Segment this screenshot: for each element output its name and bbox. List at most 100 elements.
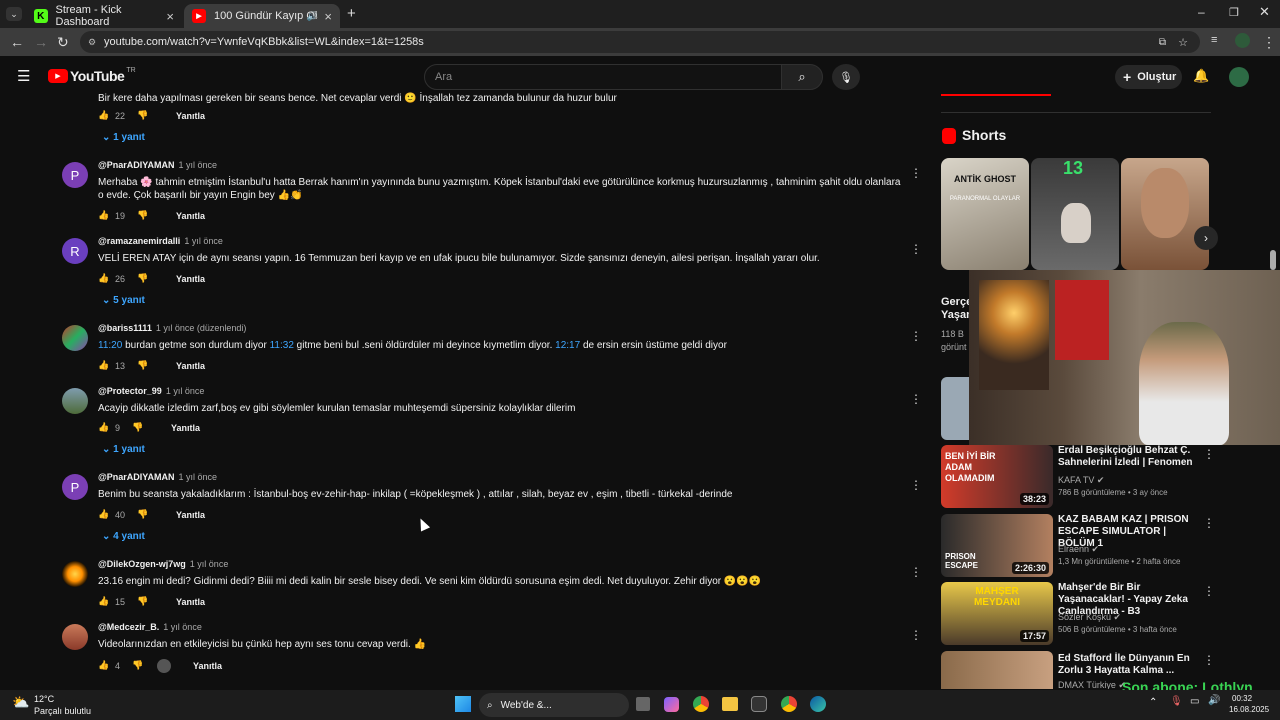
media-control-icon[interactable]: ≡ xyxy=(1211,34,1217,46)
short-thumbnail[interactable] xyxy=(1121,158,1209,270)
dislike-icon[interactable]: 👎 xyxy=(137,596,149,608)
minimize-button[interactable]: – xyxy=(1198,5,1205,19)
video-thumbnail[interactable] xyxy=(941,651,1053,689)
like-icon[interactable]: 👍 xyxy=(98,110,110,122)
dislike-icon[interactable]: 👎 xyxy=(137,110,149,122)
reply-button[interactable]: Yanıtla xyxy=(193,661,222,671)
back-icon[interactable]: ← xyxy=(10,34,24,50)
timestamp-link[interactable]: 11:20 xyxy=(98,340,122,351)
video-title[interactable]: Erdal Beşikçioğlu Behzat Ç. Sahnelerini … xyxy=(1058,445,1198,469)
reply-button[interactable]: Yanıtla xyxy=(176,597,205,607)
page-scrollbar[interactable] xyxy=(1270,60,1276,690)
search-input[interactable]: Ara xyxy=(424,64,782,90)
video-title[interactable]: Ed Stafford İle Dünyanın En Zorlu 3 Haya… xyxy=(1058,653,1198,677)
partial-video-thumbnail[interactable] xyxy=(941,377,971,440)
reply-button[interactable]: Yanıtla xyxy=(176,211,205,221)
avatar[interactable]: P xyxy=(62,474,88,500)
tab-list-button[interactable]: ⌄ xyxy=(6,7,22,21)
task-view-icon[interactable] xyxy=(636,697,650,711)
speaker-icon[interactable]: 🔊 xyxy=(307,11,318,22)
more-options-icon[interactable]: ⋮ xyxy=(910,242,922,256)
like-icon[interactable]: 👍 xyxy=(98,210,110,222)
profile-avatar[interactable] xyxy=(1235,33,1250,48)
chrome-active-icon[interactable] xyxy=(781,696,797,712)
voice-search-button[interactable]: 🎙 xyxy=(832,64,860,90)
short-thumbnail[interactable]: 13 xyxy=(1031,158,1119,270)
avatar[interactable] xyxy=(62,388,88,414)
comment-username[interactable]: @Medcezir_B. xyxy=(98,622,159,632)
display-icon[interactable]: ▭ xyxy=(1190,696,1199,707)
comment-username[interactable]: @bariss1111 xyxy=(98,323,152,333)
like-icon[interactable]: 👍 xyxy=(98,360,110,372)
reply-button[interactable]: Yanıtla xyxy=(171,423,200,433)
bookmark-star-icon[interactable]: ☆ xyxy=(1178,36,1188,49)
reply-button[interactable]: Yanıtla xyxy=(176,361,205,371)
microphone-tray-icon[interactable]: 🎙 xyxy=(1170,696,1183,707)
avatar[interactable] xyxy=(62,624,88,650)
like-icon[interactable]: 👍 xyxy=(98,596,110,608)
close-window-button[interactable]: ✕ xyxy=(1259,4,1270,20)
create-button[interactable]: + Oluştur xyxy=(1115,65,1182,89)
tab-youtube-video[interactable]: ▶ 100 Gündür Kayıp Olan Kor 🔊 × xyxy=(184,4,340,28)
dislike-icon[interactable]: 👎 xyxy=(137,360,149,372)
new-tab-button[interactable]: + xyxy=(347,5,356,22)
avatar[interactable]: R xyxy=(62,238,88,264)
forward-icon[interactable]: → xyxy=(34,34,48,50)
more-options-icon[interactable]: ⋮ xyxy=(910,565,922,579)
like-icon[interactable]: 👍 xyxy=(98,660,110,672)
clock-time[interactable]: 00:32 xyxy=(1232,694,1252,703)
youtube-logo[interactable]: ▶ YouTube TR xyxy=(48,67,136,84)
recommended-video[interactable]: PRISON ESCAPE 2:26:30 KAZ BABAM KAZ | PR… xyxy=(941,514,1215,578)
close-icon[interactable]: × xyxy=(324,9,332,24)
app-icon[interactable] xyxy=(751,696,767,712)
reload-icon[interactable]: ↻ xyxy=(57,34,69,51)
dislike-icon[interactable]: 👎 xyxy=(132,660,144,672)
avatar[interactable] xyxy=(62,561,88,587)
dislike-icon[interactable]: 👎 xyxy=(137,210,149,222)
avatar[interactable] xyxy=(62,325,88,351)
video-thumbnail[interactable]: BEN İYİ BİR ADAM OLAMADIM 38:23 xyxy=(941,445,1053,508)
hamburger-menu-icon[interactable]: ☰ xyxy=(17,67,30,85)
more-options-icon[interactable]: ⋮ xyxy=(910,478,922,492)
more-options-icon[interactable]: ⋮ xyxy=(1203,447,1215,461)
reply-button[interactable]: Yanıtla xyxy=(176,111,205,121)
site-info-icon[interactable]: ⚙ xyxy=(88,37,96,48)
file-explorer-icon[interactable] xyxy=(722,697,738,711)
like-icon[interactable]: 👍 xyxy=(98,422,110,434)
chrome-icon[interactable] xyxy=(693,696,709,712)
video-thumbnail[interactable]: PRISON ESCAPE 2:26:30 xyxy=(941,514,1053,577)
like-icon[interactable]: 👍 xyxy=(98,509,110,521)
more-options-icon[interactable]: ⋮ xyxy=(910,628,922,642)
comment-username[interactable]: @PnarADIYAMAN xyxy=(98,160,174,170)
view-replies-button[interactable]: ⌄ 4 yanıt xyxy=(102,531,145,542)
taskbar-search[interactable]: ⌕ Web'de &... xyxy=(479,693,629,717)
comment-username[interactable]: @PnarADIYAMAN xyxy=(98,472,174,482)
edge-icon[interactable] xyxy=(810,696,826,712)
view-replies-button[interactable]: ⌄ 5 yanıt xyxy=(102,295,145,306)
video-thumbnail[interactable]: MAHŞER MEYDANI 17:57 xyxy=(941,582,1053,645)
comment-username[interactable]: @Protector_99 xyxy=(98,386,162,396)
more-options-icon[interactable]: ⋮ xyxy=(1203,584,1215,598)
avatar[interactable]: P xyxy=(62,162,88,188)
view-replies-button[interactable]: ⌄ 1 yanıt xyxy=(102,132,145,143)
dislike-icon[interactable]: 👎 xyxy=(137,509,149,521)
like-icon[interactable]: 👍 xyxy=(98,273,110,285)
tab-kick-dashboard[interactable]: K Stream - Kick Dashboard × xyxy=(26,4,182,28)
more-options-icon[interactable]: ⋮ xyxy=(910,329,922,343)
more-options-icon[interactable]: ⋮ xyxy=(1203,653,1211,667)
copilot-icon[interactable] xyxy=(664,697,679,712)
more-options-icon[interactable]: ⋮ xyxy=(910,166,922,180)
recommended-video[interactable]: BEN İYİ BİR ADAM OLAMADIM 38:23 Erdal Be… xyxy=(941,445,1215,509)
scrollbar-thumb[interactable] xyxy=(1270,250,1276,270)
more-options-icon[interactable]: ⋮ xyxy=(910,392,922,406)
close-icon[interactable]: × xyxy=(166,9,174,24)
timestamp-link[interactable]: 12:17 xyxy=(555,340,580,351)
channel-name[interactable]: DMAX Türkiye ✔ xyxy=(1058,680,1126,689)
notifications-bell-icon[interactable]: 🔔 xyxy=(1193,68,1209,84)
search-button[interactable]: ⌕ xyxy=(781,64,823,90)
comment-username[interactable]: @DilekOzgen-wj7wg xyxy=(98,559,186,569)
recommended-video[interactable]: MAHŞER MEYDANI 17:57 Mahşer'de Bir Bir Y… xyxy=(941,582,1215,646)
restore-button[interactable]: ❐ xyxy=(1229,6,1239,19)
dislike-icon[interactable]: 👎 xyxy=(132,422,144,434)
channel-name[interactable]: Sözler Köşkü ✔ xyxy=(1058,612,1121,623)
